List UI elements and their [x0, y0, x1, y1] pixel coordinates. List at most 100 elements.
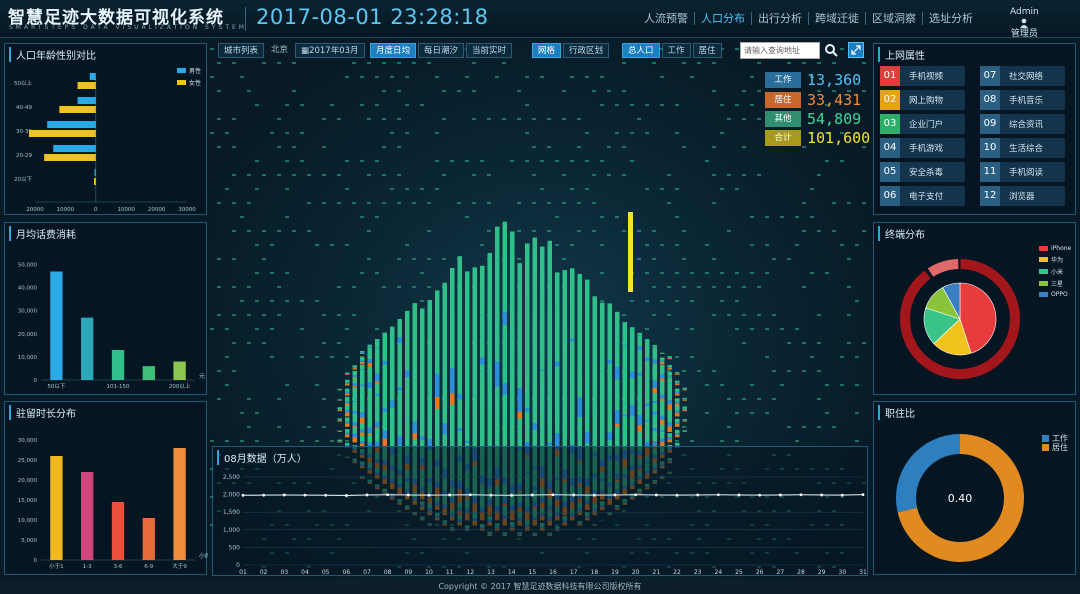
- grid-cell: [450, 160, 454, 162]
- bar-segment-other: [600, 401, 605, 428]
- pop-living[interactable]: 居住: [692, 43, 722, 58]
- rank-item[interactable]: 02 网上购物: [880, 90, 965, 110]
- rank-number: 07: [980, 66, 1000, 86]
- grid-cell: [840, 384, 844, 386]
- grid-cell: [802, 230, 806, 232]
- rank-item[interactable]: 08 手机音乐: [980, 90, 1065, 110]
- rank-item[interactable]: 03 企业门户: [880, 114, 965, 134]
- bar-segment-work: [675, 422, 680, 424]
- bar-segment-other: [547, 355, 552, 405]
- rank-label: 企业门户: [909, 120, 944, 130]
- bar-segment-other: [345, 404, 350, 411]
- nav-item-region[interactable]: 区域洞察: [866, 12, 923, 25]
- grid-cell: [300, 132, 304, 134]
- rank-number: 04: [880, 138, 900, 158]
- rank-item[interactable]: 09 综合资讯: [980, 114, 1065, 134]
- grid-cell: [675, 132, 679, 134]
- rank-item[interactable]: 11 手机阅读: [980, 162, 1065, 182]
- y-tick-label: 20,000: [18, 332, 38, 338]
- grid-cell: [862, 90, 866, 92]
- grid-cell: [847, 202, 851, 204]
- user-menu[interactable]: Admin 管理员: [1010, 6, 1039, 40]
- grid-cell: [577, 202, 581, 204]
- bar-female: [77, 82, 96, 89]
- grid-cell: [472, 202, 476, 204]
- view-grid[interactable]: 网格: [532, 43, 562, 58]
- grid-cell: [510, 160, 514, 162]
- search-icon[interactable]: [824, 43, 838, 57]
- nav-item-migration[interactable]: 跨域迁徙: [809, 12, 866, 25]
- bar-segment-other: [397, 413, 402, 436]
- nav-item-population[interactable]: 人口分布: [695, 12, 752, 25]
- range-realtime[interactable]: 当前实时: [466, 43, 513, 58]
- rank-item[interactable]: 01 手机视频: [880, 66, 965, 86]
- rank-item[interactable]: 05 安全杀毒: [880, 162, 965, 182]
- nav-item-site[interactable]: 选址分析: [923, 12, 979, 25]
- grid-cell: [255, 160, 259, 162]
- bar-segment-other: [667, 390, 672, 401]
- stat-living-label: 居住: [765, 92, 801, 108]
- grid-cell: [802, 342, 806, 344]
- population-toggle: 总人口 工作 居住: [622, 43, 722, 58]
- pop-work[interactable]: 工作: [661, 43, 691, 58]
- rank-item[interactable]: 07 社交网络: [980, 66, 1065, 86]
- bar-segment-other: [472, 419, 477, 449]
- bar-segment-other: [615, 333, 620, 367]
- nav-item-travel[interactable]: 出行分析: [752, 12, 809, 25]
- month-picker[interactable]: ▦2017年03月: [295, 43, 365, 58]
- grid-cell: [660, 188, 664, 190]
- grid-cell: [742, 118, 746, 120]
- bar-segment-other: [660, 406, 665, 416]
- bar-segment-other: [660, 364, 665, 375]
- bar-segment-other: [675, 388, 680, 392]
- bar-segment-other: [487, 387, 492, 422]
- month-label: 2017年03月: [309, 46, 359, 56]
- rank-item[interactable]: 06 电子支付: [880, 186, 965, 206]
- pop-total[interactable]: 总人口: [622, 43, 660, 58]
- grid-cell: [547, 202, 551, 204]
- rank-item[interactable]: 10 生活综合: [980, 138, 1065, 158]
- range-monthly-avg[interactable]: 月度日均: [370, 43, 417, 58]
- grid-cell: [262, 314, 266, 316]
- view-district[interactable]: 行政区划: [563, 43, 610, 58]
- grid-cell: [600, 76, 604, 78]
- grid-cell: [247, 426, 251, 428]
- grid-cell: [592, 230, 596, 232]
- grid-cell: [735, 104, 739, 106]
- bar-segment-other: [352, 370, 357, 375]
- grid-cell: [225, 356, 229, 358]
- bar-segment-other: [360, 351, 365, 353]
- bar-segment-work: [435, 373, 440, 397]
- grid-cell: [547, 118, 551, 120]
- grid-cell: [592, 90, 596, 92]
- rank-item[interactable]: 12 浏览器: [980, 186, 1065, 206]
- bar-segment-other: [675, 405, 680, 411]
- grid-cell: [247, 90, 251, 92]
- grid-cell: [285, 160, 289, 162]
- grid-cell: [817, 314, 821, 316]
- city-value[interactable]: 北京: [266, 43, 293, 58]
- nav-item-people-warning[interactable]: 人流预警: [638, 12, 695, 25]
- grid-cell: [802, 62, 806, 64]
- y-tick-label: 2,000: [223, 492, 240, 499]
- grid-cell: [690, 272, 694, 274]
- bar-segment-other: [555, 299, 560, 362]
- grid-cell: [232, 230, 236, 232]
- city-list-button[interactable]: 城市列表: [218, 43, 265, 58]
- address-search-input[interactable]: 请输入查询地址: [740, 42, 820, 59]
- grid-cell: [735, 48, 739, 50]
- bar-segment-other: [360, 400, 365, 413]
- fullscreen-button[interactable]: [848, 42, 864, 58]
- grid-cell: [292, 146, 296, 148]
- grid-cell: [225, 384, 229, 386]
- grid-cell: [525, 76, 529, 78]
- grid-cell: [285, 104, 289, 106]
- grid-cell: [532, 146, 536, 148]
- grid-cell: [345, 76, 349, 78]
- bar-segment-other: [667, 356, 672, 358]
- range-daily-tide[interactable]: 每日潮汐: [418, 43, 465, 58]
- grid-cell: [517, 258, 521, 260]
- bar-segment-work: [652, 346, 657, 348]
- rank-item[interactable]: 04 手机游戏: [880, 138, 965, 158]
- bar-segment-living: [345, 393, 350, 396]
